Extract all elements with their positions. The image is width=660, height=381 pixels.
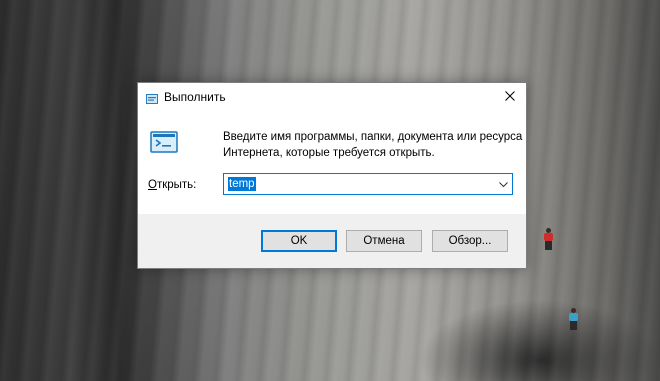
command-combobox[interactable]: temp [223, 173, 513, 195]
run-dialog: Выполнить Введите имя программы, папки, … [137, 82, 527, 269]
run-icon [150, 131, 178, 153]
open-label: Открыть: [148, 179, 196, 191]
description-line: Введите имя программы, папки, документа … [223, 131, 523, 143]
title-bar[interactable]: Выполнить [138, 83, 526, 111]
dialog-footer: OK Отмена Обзор... [138, 214, 526, 268]
dropdown-button[interactable] [494, 174, 512, 194]
dialog-body: Введите имя программы, папки, документа … [138, 111, 526, 214]
browse-button[interactable]: Обзор... [432, 230, 508, 252]
open-label-text: ткрыть: [156, 179, 197, 191]
open-label-accelerator: О [148, 179, 157, 191]
chevron-down-icon [498, 175, 508, 193]
run-icon [146, 91, 158, 104]
command-input[interactable]: temp [228, 177, 256, 191]
close-button[interactable] [494, 83, 526, 111]
description-line: Интернета, которые требуется открыть. [223, 147, 435, 159]
ok-button[interactable]: OK [261, 230, 337, 252]
close-icon [505, 88, 515, 106]
climber-figure [543, 228, 553, 250]
window-title: Выполнить [164, 90, 226, 104]
dialog-description: Введите имя программы, папки, документа … [223, 129, 523, 161]
climber-figure [568, 308, 578, 330]
cancel-button[interactable]: Отмена [346, 230, 422, 252]
